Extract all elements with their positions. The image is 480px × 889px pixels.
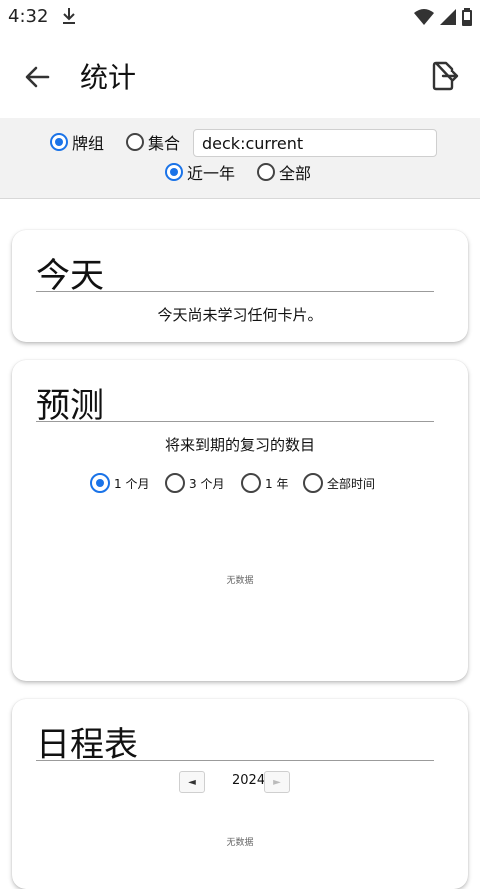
radio-last-year-label: 近一年 xyxy=(187,164,236,183)
radio-collection-label: 集合 xyxy=(148,134,181,153)
today-title: 今天 xyxy=(36,256,104,296)
radio-3-months-dot xyxy=(165,473,185,493)
radio-all-time-label: 全部时间 xyxy=(327,476,376,491)
calendar-nodata: 无数据 xyxy=(226,838,254,848)
radio-all-dot xyxy=(257,163,275,181)
radio-1-year-label: 1 年 xyxy=(265,476,289,491)
today-card: 今天 今天尚未学习任何卡片。 xyxy=(12,230,468,342)
calendar-divider xyxy=(36,760,434,761)
next-year-button[interactable]: ► xyxy=(264,771,290,793)
signal-icon xyxy=(440,9,456,25)
radio-all-time[interactable]: 全部时间 xyxy=(303,473,375,493)
radio-1-month-dot xyxy=(90,473,110,493)
forecast-title: 预测 xyxy=(36,386,104,426)
radio-deck-label: 牌组 xyxy=(72,134,105,153)
status-bar: 4:32 xyxy=(0,0,480,34)
radio-1-year-dot xyxy=(241,473,261,493)
calendar-year: 2024 xyxy=(232,773,266,788)
radio-last-year[interactable]: 近一年 xyxy=(165,160,235,184)
calendar-card: 日程表 ◄ 2024 ► 无数据 xyxy=(12,699,468,889)
app-bar: 统计 xyxy=(0,34,480,118)
status-time: 4:32 xyxy=(8,6,49,27)
radio-1-month-label: 1 个月 xyxy=(114,476,150,491)
radio-all-label: 全部 xyxy=(279,164,312,183)
radio-1-month[interactable]: 1 个月 xyxy=(90,473,149,493)
download-icon xyxy=(60,6,78,30)
forecast-divider xyxy=(36,421,434,422)
export-icon xyxy=(432,61,459,91)
forecast-card: 预测 将来到期的复习的数目 1 个月 3 个月 1 年 全部时间 无数据 xyxy=(12,360,468,681)
radio-all[interactable]: 全部 xyxy=(257,160,311,184)
forecast-subtitle: 将来到期的复习的数目 xyxy=(164,436,315,454)
today-divider xyxy=(36,291,434,292)
radio-3-months-label: 3 个月 xyxy=(189,476,225,491)
forecast-nodata: 无数据 xyxy=(226,576,254,586)
back-button[interactable] xyxy=(22,62,52,92)
prev-year-button[interactable]: ◄ xyxy=(179,771,205,793)
page-title: 统计 xyxy=(80,61,137,94)
filter-bar: 牌组 集合 近一年 全部 xyxy=(0,118,480,199)
radio-collection-dot xyxy=(126,133,144,151)
today-message: 今天尚未学习任何卡片。 xyxy=(157,306,323,324)
radio-3-months[interactable]: 3 个月 xyxy=(165,473,224,493)
radio-last-year-dot xyxy=(165,163,183,181)
radio-collection[interactable]: 集合 xyxy=(126,130,180,154)
radio-1-year[interactable]: 1 年 xyxy=(241,473,288,493)
export-button[interactable] xyxy=(430,60,460,92)
battery-icon xyxy=(462,8,472,26)
arrow-left-icon xyxy=(25,66,50,88)
calendar-title: 日程表 xyxy=(36,725,138,765)
wifi-icon xyxy=(414,9,434,25)
radio-deck-dot xyxy=(50,133,68,151)
radio-all-time-dot xyxy=(303,473,323,493)
search-input[interactable] xyxy=(193,129,437,157)
status-icons xyxy=(414,8,472,26)
radio-deck[interactable]: 牌组 xyxy=(50,130,104,154)
